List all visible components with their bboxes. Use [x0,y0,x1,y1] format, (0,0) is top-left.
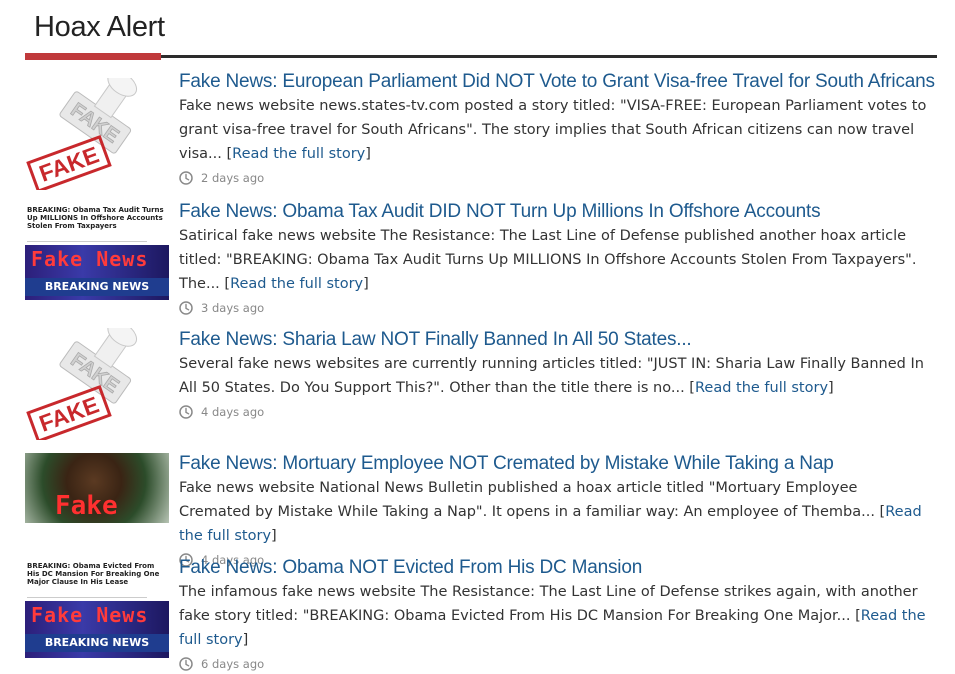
clock-icon [179,405,197,419]
list-item: Fake Fake News: Mortuary Employee NOT Cr… [25,452,937,567]
item-excerpt: Several fake news websites are currently… [179,356,924,396]
date-text: 6 days ago [201,657,265,671]
read-more-link[interactable]: Read the full story [230,276,363,292]
item-title-link[interactable]: Fake News: Mortuary Employee NOT Cremate… [179,452,929,476]
thumbnail-headline: BREAKING: Obama Evicted From His DC Mans… [27,562,160,586]
thumbnail-overlay: Fake News [31,603,149,627]
item-content: Fake News: Obama NOT Evicted From His DC… [179,556,929,674]
date-text: 2 days ago [201,171,265,185]
list-item: FAKE FAKE Fake News: European Parliament… [25,70,937,190]
item-excerpt: The infamous fake news website The Resis… [179,584,926,648]
read-more-link[interactable]: Read the full story [232,146,365,162]
read-more-link[interactable]: Read the full story [695,380,828,396]
section-header: Hoax Alert [25,0,937,62]
item-title-link[interactable]: Fake News: Obama NOT Evicted From His DC… [179,556,929,580]
clock-icon [179,171,197,185]
excerpt-text: Fake news website National News Bulletin… [179,480,875,520]
thumbnail-overlay: Fake News [31,247,149,271]
list-item: FAKE FAKE Fake News: Sharia Law NOT Fina… [25,328,937,440]
thumbnail-breaking-news[interactable]: BREAKING: Obama Evicted From His DC Mans… [25,561,169,661]
header-accent-bar [25,53,161,60]
thumbnail-fake-stamp[interactable]: FAKE FAKE [25,78,169,190]
item-content: Fake News: Obama Tax Audit DID NOT Turn … [179,200,929,318]
thumbnail-headline: BREAKING: Obama Tax Audit Turns Up MILLI… [27,206,164,230]
list-item: BREAKING: Obama Tax Audit Turns Up MILLI… [25,200,937,315]
item-date: 2 days ago [179,168,929,188]
item-title-link[interactable]: Fake News: European Parliament Did NOT V… [179,70,935,94]
date-text: 3 days ago [201,301,265,315]
item-content: Fake News: Mortuary Employee NOT Cremate… [179,452,929,570]
item-title-link[interactable]: Fake News: Obama Tax Audit DID NOT Turn … [179,200,929,224]
photo-fake-graphic: Fake [25,453,169,523]
item-excerpt: Fake news website news.states-tv.com pos… [179,98,927,162]
thumbnail-photo[interactable]: Fake [25,453,169,523]
breaking-news-bar: BREAKING NEWS [25,278,169,296]
item-excerpt: Satirical fake news website The Resistan… [179,228,917,292]
thumbnail-byline [27,236,147,242]
item-date: 3 days ago [179,298,929,318]
thumbnail-byline [27,592,147,598]
header-divider [25,55,937,58]
item-title-link[interactable]: Fake News: Sharia Law NOT Finally Banned… [179,328,929,352]
breaking-news-bar: BREAKING NEWS [25,634,169,652]
item-content: Fake News: European Parliament Did NOT V… [179,70,935,188]
breaking-news-graphic: Fake News BREAKING NEWS [25,601,169,658]
clock-icon [179,657,197,671]
thumbnail-overlay: Fake [55,491,118,521]
item-date: 4 days ago [179,402,929,422]
thumbnail-fake-stamp[interactable]: FAKE FAKE [25,328,169,440]
date-text: 4 days ago [201,405,265,419]
item-content: Fake News: Sharia Law NOT Finally Banned… [179,328,929,422]
item-date: 6 days ago [179,654,929,674]
thumbnail-breaking-news[interactable]: BREAKING: Obama Tax Audit Turns Up MILLI… [25,205,169,300]
excerpt-text: The infamous fake news website The Resis… [179,584,918,624]
item-excerpt: Fake news website National News Bulletin… [179,480,922,544]
breaking-news-graphic: Fake News BREAKING NEWS [25,245,169,300]
clock-icon [179,301,197,315]
list-item: BREAKING: Obama Evicted From His DC Mans… [25,556,937,671]
section-title: Hoax Alert [34,11,165,43]
